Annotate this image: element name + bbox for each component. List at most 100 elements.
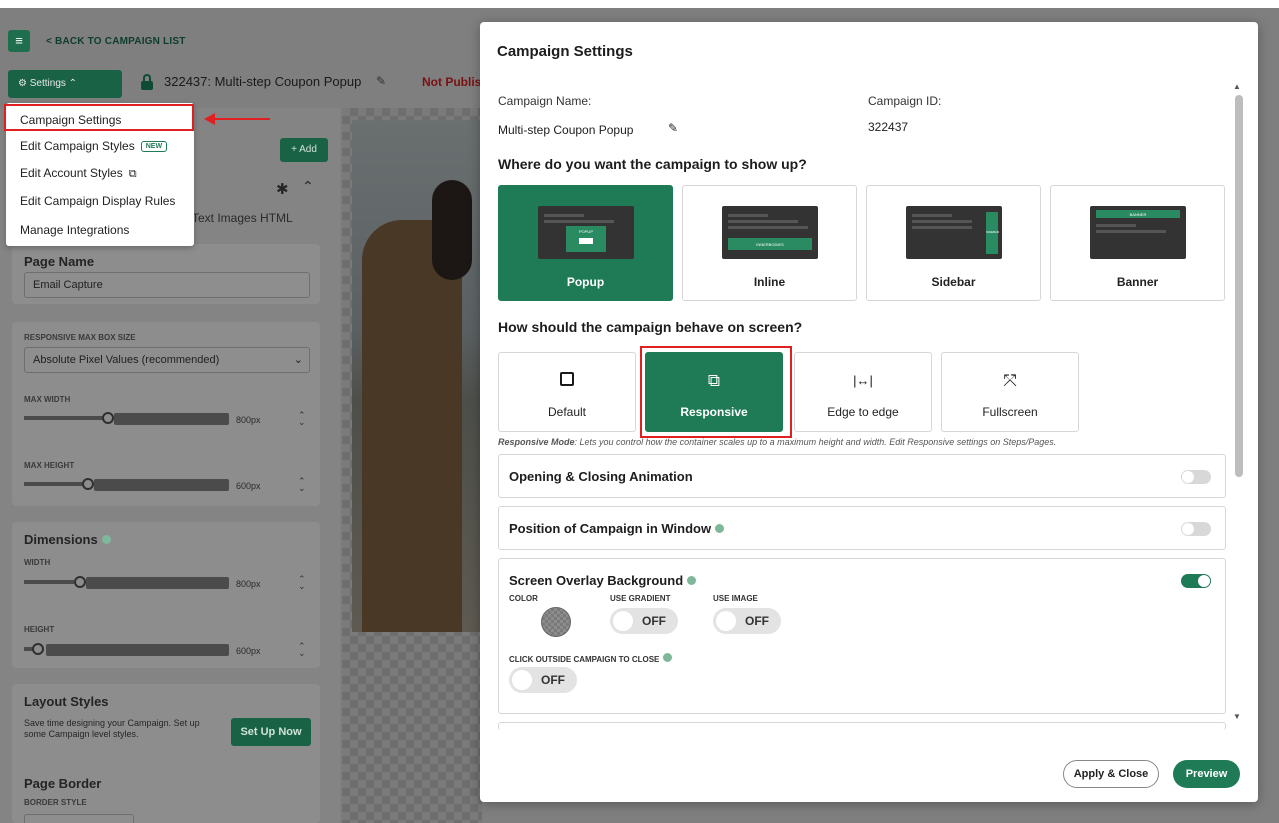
width-stepper[interactable]: ⌃ ⌄ <box>298 575 306 591</box>
max-width-slider[interactable] <box>24 412 229 425</box>
width-slider[interactable] <box>24 576 229 589</box>
height-stepper[interactable]: ⌃ ⌄ <box>298 642 306 658</box>
gradient-label: USE GRADIENT <box>610 594 671 603</box>
max-width-label: MAX WIDTH <box>24 395 71 404</box>
campaign-name-label: Campaign Name: <box>498 94 592 108</box>
page-name-input[interactable]: Email Capture <box>24 272 310 298</box>
placement-popup-label: Popup <box>566 275 605 289</box>
animation-title: Opening & Closing Animation <box>509 469 693 484</box>
scroll-down-icon[interactable]: ▼ <box>1233 712 1241 721</box>
chevron-up-icon[interactable]: ⌃ <box>302 178 314 195</box>
responsive-size-select-value: Absolute Pixel Values (recommended) <box>33 354 220 366</box>
width-value: 800px <box>236 579 261 589</box>
element-tabs[interactable]: Text Images HTML <box>192 211 293 225</box>
set-up-now-button[interactable]: Set Up Now <box>231 718 311 746</box>
placement-banner[interactable]: BANNER Banner <box>1050 185 1225 301</box>
position-toggle[interactable] <box>1181 522 1211 536</box>
position-title: Position of Campaign in Window <box>509 521 725 536</box>
placement-popup[interactable]: POPUP Popup <box>498 185 673 301</box>
menu-item-edit-display-rules[interactable]: Edit Campaign Display Rules <box>20 194 175 208</box>
behavior-default[interactable]: Default <box>498 352 636 432</box>
placement-inline-label: Inline <box>753 275 786 289</box>
menu-item-edit-campaign-styles[interactable]: Edit Campaign Styles NEW <box>20 139 168 153</box>
lock-icon <box>140 74 154 90</box>
overlay-title: Screen Overlay Background <box>509 573 697 588</box>
apply-close-button[interactable]: Apply & Close <box>1063 760 1159 788</box>
edit-title-icon[interactable]: ✎ <box>376 74 386 88</box>
campaign-settings-modal: Campaign Settings Campaign Name: Multi-s… <box>480 22 1258 802</box>
max-height-slider-handle[interactable] <box>82 478 94 490</box>
position-section[interactable]: Position of Campaign in Window <box>498 506 1226 550</box>
gradient-toggle[interactable]: OFF <box>610 608 678 634</box>
placement-sidebar-label: Sidebar <box>931 275 976 289</box>
menu-item-edit-account-styles[interactable]: Edit Account Styles ⧉ <box>20 166 137 181</box>
click-outside-label: CLICK OUTSIDE CAMPAIGN TO CLOSE <box>509 653 673 664</box>
placement-sidebar[interactable]: SIDEBAR Sidebar <box>866 185 1041 301</box>
max-width-slider-handle[interactable] <box>102 412 114 424</box>
layout-styles-title: Layout Styles <box>24 694 109 709</box>
placement-inline[interactable]: INNERBODIES Inline <box>682 185 857 301</box>
color-label: COLOR <box>509 594 538 603</box>
placement-heading: Where do you want the campaign to show u… <box>498 156 807 172</box>
back-to-campaign-list-link[interactable]: < BACK TO CAMPAIGN LIST <box>46 36 186 47</box>
behavior-fullscreen[interactable]: ⤧ Fullscreen <box>941 352 1079 432</box>
banner-thumb-text: BANNER <box>1129 212 1147 217</box>
settings-button[interactable]: ⚙ Settings ⌃ <box>8 70 122 98</box>
dimensions-title: Dimensions <box>24 532 111 547</box>
animation-section[interactable]: Opening & Closing Animation <box>498 454 1226 498</box>
max-height-stepper[interactable]: ⌃ ⌄ <box>298 477 306 493</box>
max-width-stepper[interactable]: ⌃ ⌄ <box>298 411 306 427</box>
campaign-id-value: 322437 <box>868 120 909 134</box>
external-link-icon: ⧉ <box>128 168 137 180</box>
animation-toggle[interactable] <box>1181 470 1211 484</box>
scroll-up-icon[interactable]: ▲ <box>1233 82 1241 91</box>
height-slider-handle[interactable] <box>32 643 44 655</box>
modal-title: Campaign Settings <box>497 43 633 60</box>
menu-item-manage-integrations[interactable]: Manage Integrations <box>20 223 129 237</box>
click-outside-toggle[interactable]: OFF <box>509 667 577 693</box>
border-style-label: BORDER STYLE <box>24 798 87 807</box>
modal-scrollbar[interactable] <box>1235 95 1243 477</box>
overlay-toggle[interactable] <box>1181 574 1211 588</box>
expand-icon: ⤧ <box>1003 371 1017 390</box>
overlay-section: Screen Overlay Background COLOR USE GRAD… <box>498 558 1226 714</box>
page-name-section: Page Name Email Capture <box>12 244 320 304</box>
behavior-edge-label: Edge to edge <box>827 405 899 419</box>
layout-styles-description: Save time designing your Campaign. Set u… <box>24 718 200 739</box>
annotation-arrow-head <box>204 113 215 125</box>
edit-name-icon[interactable]: ✎ <box>668 121 678 135</box>
responsive-size-label: RESPONSIVE MAX BOX SIZE <box>24 333 136 342</box>
responsive-size-select[interactable]: Absolute Pixel Values (recommended) ⌄ <box>24 347 310 373</box>
info-icon <box>687 576 697 585</box>
responsive-mode-note: Responsive Mode: Lets you control how th… <box>498 437 1057 447</box>
info-icon <box>101 535 111 544</box>
layout-styles-section: Layout Styles Save time designing your C… <box>12 684 320 823</box>
behavior-default-label: Default <box>547 405 587 419</box>
next-section <box>498 722 1226 730</box>
width-slider-handle[interactable] <box>74 576 86 588</box>
gear-icon[interactable]: ✱ <box>276 180 289 198</box>
add-button[interactable]: + Add <box>280 138 328 162</box>
dimensions-section: Dimensions WIDTH 800px ⌃ ⌄ HEIGHT 600px ⌃… <box>12 522 320 668</box>
max-height-slider[interactable] <box>24 478 229 491</box>
horizontal-arrows-icon: |↔| <box>853 373 873 388</box>
height-slider[interactable] <box>24 643 229 656</box>
image-label: USE IMAGE <box>713 594 758 603</box>
highlight-frame <box>4 104 194 131</box>
hamburger-menu-icon[interactable]: ≡ <box>8 30 30 52</box>
border-style-select[interactable] <box>24 814 134 823</box>
width-label: WIDTH <box>24 558 51 567</box>
height-label: HEIGHT <box>24 625 55 634</box>
image-toggle[interactable]: OFF <box>713 608 781 634</box>
new-badge: NEW <box>140 141 168 152</box>
behavior-heading: How should the campaign behave on screen… <box>498 319 803 335</box>
responsive-size-section: RESPONSIVE MAX BOX SIZE Absolute Pixel V… <box>12 322 320 506</box>
preview-button[interactable]: Preview <box>1173 760 1240 788</box>
square-icon <box>560 372 574 386</box>
info-icon <box>663 653 673 662</box>
campaign-id-label: Campaign ID: <box>868 94 942 108</box>
behavior-fullscreen-label: Fullscreen <box>982 405 1038 419</box>
page-name-title: Page Name <box>24 254 95 269</box>
behavior-edge-to-edge[interactable]: |↔| Edge to edge <box>794 352 932 432</box>
overlay-color-swatch[interactable] <box>541 607 571 637</box>
